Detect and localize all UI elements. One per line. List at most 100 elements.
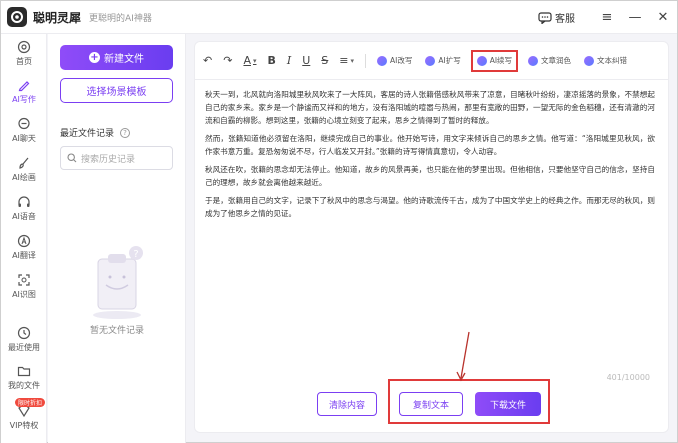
rail-item-ai-writing[interactable]: AI写作 [1,78,47,105]
home-icon [17,40,31,54]
minimize-icon: — [628,10,642,25]
chat-icon [18,117,30,130]
paragraph: 秋天一到，北风就向洛阳城里秋风吹来了一大阵风，客居的诗人张籍借感秋风带来了凉意，… [205,90,655,125]
rail-label: VIP特权 [9,421,39,430]
brush-icon [19,157,29,169]
scan-icon [18,274,30,286]
chevron-down-icon: ▾ [350,56,355,65]
rail-label: 我的文件 [8,381,40,390]
rail-item-ai-painting[interactable]: AI绘画 [1,156,47,183]
menu-button[interactable]: ≡ [593,1,621,34]
minimize-button[interactable]: — [621,1,649,34]
app-logo [7,7,27,27]
close-button[interactable]: ✕ [649,1,677,34]
redo-button[interactable]: ↷ [223,54,232,67]
app-logo-icon [11,11,23,23]
rail-label: AI识图 [12,290,36,299]
left-navigation-rail: 首页 AI写作 AI聊天 AI绘画 AI语音 AI翻译 AI识图 最近使用 我的… [1,34,47,443]
recent-files-title: 最近文件记录 ? [60,126,131,139]
ai-tool-label: AI改写 [390,56,413,65]
clear-content-button[interactable]: 清除内容 [317,392,377,416]
ai-tool-label: 文本纠错 [597,56,628,65]
rail-item-recent[interactable]: 最近使用 [1,326,47,353]
app-title: 聪明灵犀 [33,10,82,25]
chevron-down-icon: ▾ [252,56,257,65]
menu-icon: ≡ [601,10,613,25]
service-label: 客服 [555,14,575,25]
rail-label: AI绘画 [12,173,36,182]
ai-polish-icon [528,55,539,66]
ai-expand-button[interactable]: AI扩写 [422,51,463,71]
toolbar-divider [365,53,367,68]
empty-records-text: 暂无文件记录 [89,326,144,336]
ai-proofread-button[interactable]: 文本纠错 [581,51,630,71]
rail-label: AI翻译 [12,251,36,260]
rail-label: AI聊天 [12,134,36,143]
ai-polish-button[interactable]: 文章润色 [525,51,574,71]
rail-item-vip[interactable]: 限时折扣 VIP特权 [1,398,47,431]
svg-text:?: ? [133,249,138,260]
clear-content-label: 清除内容 [328,400,365,411]
headphone-icon [18,196,30,207]
align-icon: ≡ [339,54,349,67]
pen-icon [18,81,30,92]
customer-service-button[interactable]: 客服 [538,10,575,25]
rail-item-my-files[interactable]: 我的文件 [1,364,47,391]
character-counter: 401/10000 [606,373,650,382]
paragraph: 然而，张籍知道他必须留在洛阳，继续完成自己的事业。他开始写诗，用文字来倾诉自己的… [205,134,655,156]
new-file-label: 新建文件 [104,54,144,65]
font-color-label: A [243,54,251,67]
strikethrough-button[interactable]: S [321,54,328,67]
rail-item-ai-voice[interactable]: AI语音 [1,195,47,222]
new-file-button[interactable]: + 新建文件 [60,45,173,70]
ai-tool-label: 文章润色 [541,56,572,65]
ai-expand-icon [425,55,436,66]
ai-tool-label: AI扩写 [438,56,461,65]
discount-badge: 限时折扣 [15,398,46,407]
help-icon[interactable]: ? [120,127,131,138]
close-icon: ✕ [657,10,669,25]
folder-icon [17,366,31,377]
editor-toolbar: ↶ ↷ A ▾ B I U S ≡ ▾ AI改写 AI扩写 AI续写 文章润色 文本… [195,42,668,80]
highlight-box [388,379,550,424]
editor-text-area[interactable]: 秋天一到，北风就向洛阳城里秋风吹来了一大阵风，客居的诗人张籍借感秋风带来了凉意，… [205,88,655,225]
file-panel: + 新建文件 选择场景模板 最近文件记录 ? 搜索历史记录 ? 暂无文件记录 [48,34,186,443]
rail-item-ai-image-recognition[interactable]: AI识图 [1,273,47,300]
history-search-input[interactable]: 搜索历史记录 [60,146,173,170]
ai-continue-button[interactable]: AI续写 [470,49,519,72]
ai-rewrite-icon [377,55,388,66]
font-color-button[interactable]: A ▾ [243,54,256,67]
empty-clipboard-illustration: ? [93,246,143,319]
ai-proofread-icon [584,55,595,66]
editor-card: ↶ ↷ A ▾ B I U S ≡ ▾ AI改写 AI扩写 AI续写 文章润色 文本… [194,41,669,433]
rail-item-ai-translate[interactable]: AI翻译 [1,234,47,261]
app-window: 聪明灵犀 更聪明的AI神器 客服 ≡ — ✕ 首页 AI写作 AI聊天 AI绘画 [0,0,678,443]
rail-label: 首页 [16,57,32,66]
italic-button[interactable]: I [287,54,291,67]
search-placeholder: 搜索历史记录 [81,154,136,165]
translate-icon [17,234,31,248]
bold-button[interactable]: B [267,54,275,67]
app-subtitle: 更聪明的AI神器 [89,13,152,24]
choose-template-button[interactable]: 选择场景模板 [60,78,173,103]
annotation-arrow [456,331,470,382]
paragraph: 秋风还在吹，张籍的思念却无法停止。他知道，故乡的风景再美，也只能在他的梦里出现。… [205,165,655,187]
plus-icon: + [89,52,100,63]
rail-item-ai-chat[interactable]: AI聊天 [1,117,47,144]
ai-continue-icon [476,55,487,66]
rail-item-home[interactable]: 首页 [1,40,47,67]
ai-rewrite-button[interactable]: AI改写 [374,51,415,71]
align-button[interactable]: ≡ ▾ [339,54,354,67]
undo-button[interactable]: ↶ [203,54,212,67]
ai-tool-label: AI续写 [489,56,513,65]
rail-label: AI语音 [12,212,36,221]
clock-icon [17,326,31,340]
paragraph: 于是，张籍用自己的文字，记录下了秋风中的思念与渴望。他的诗歌流传千古，成为了中国… [205,196,655,218]
recent-files-label: 最近文件记录 [60,129,115,139]
search-icon [67,153,77,163]
rail-label: 最近使用 [8,343,40,352]
chat-bubble-icon [538,11,552,24]
underline-button[interactable]: U [302,54,310,67]
choose-template-label: 选择场景模板 [86,87,147,98]
title-bar: 聪明灵犀 更聪明的AI神器 客服 ≡ — ✕ [1,1,677,34]
